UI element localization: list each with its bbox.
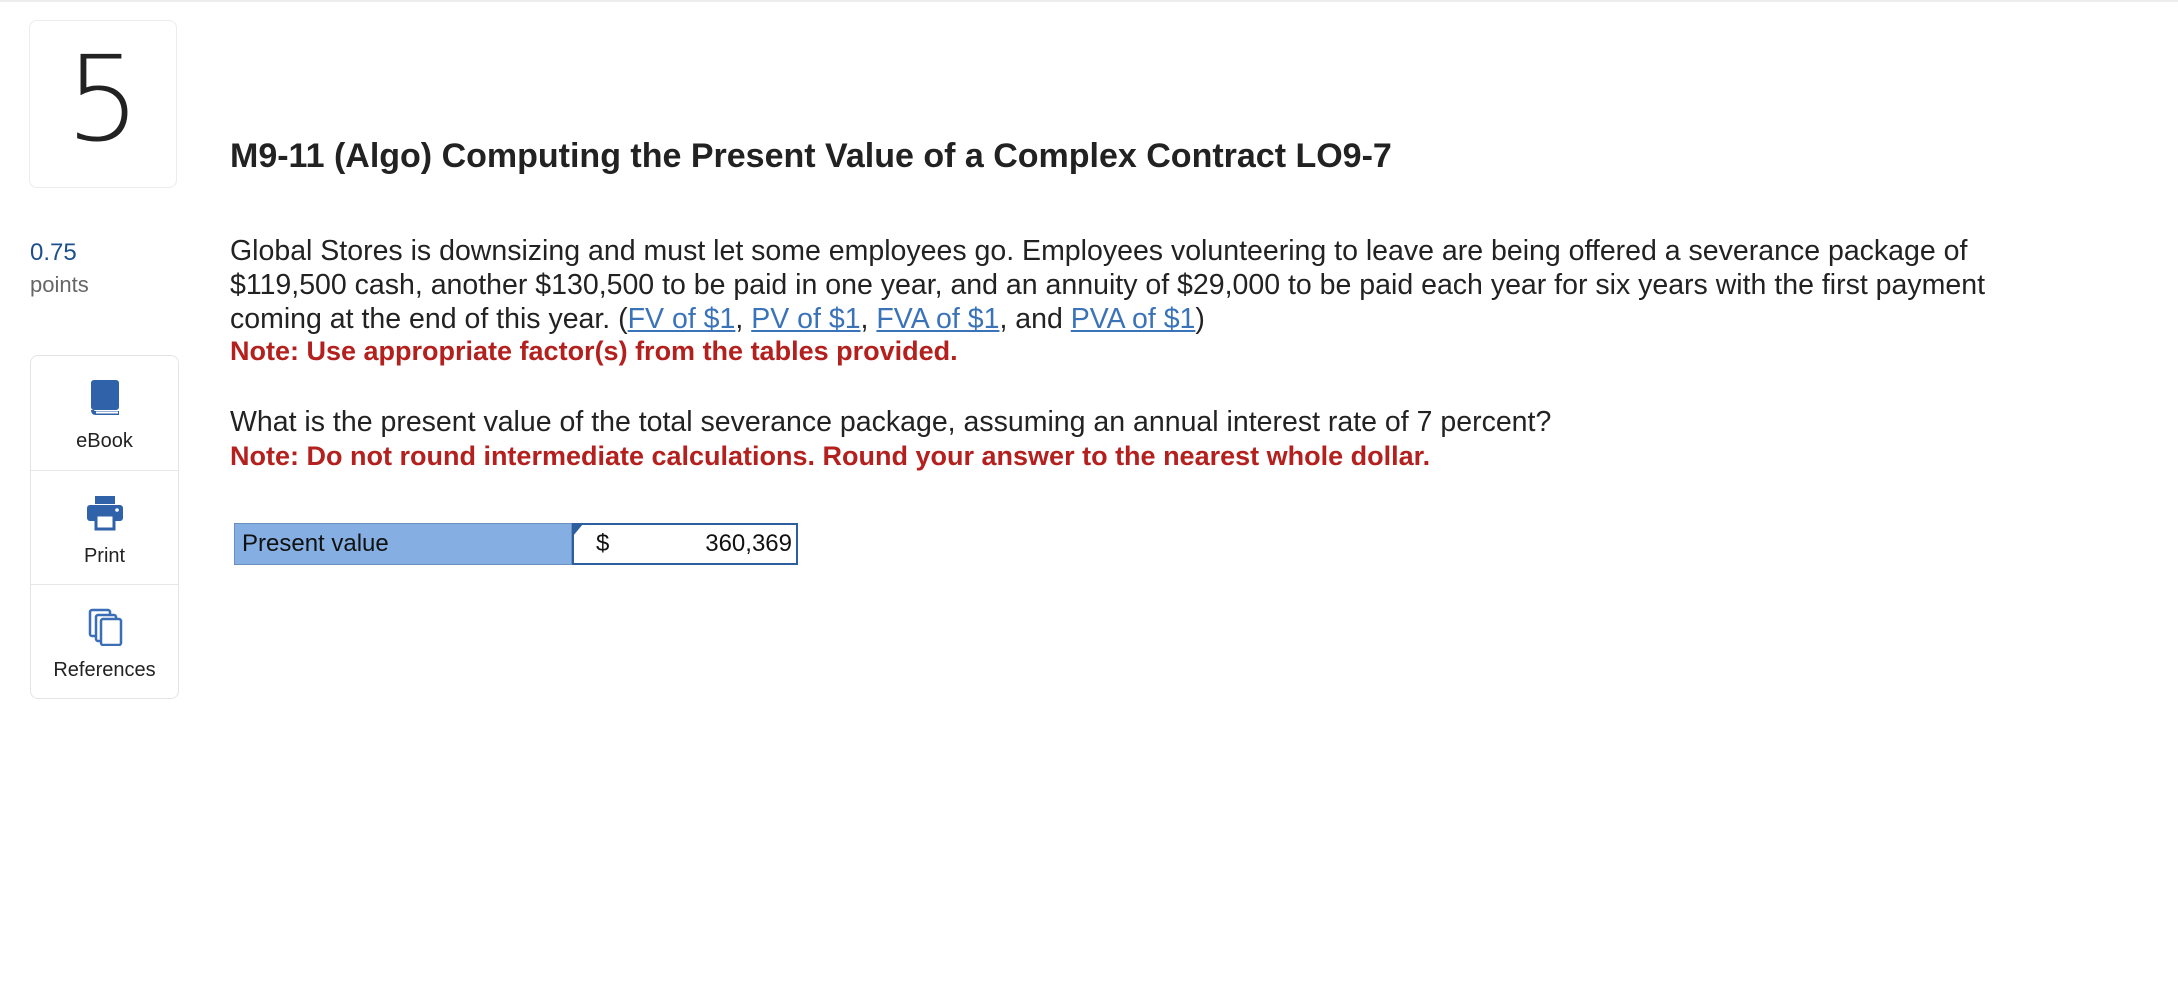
problem-text: Global Stores is downsizing and must let… [230,234,1990,336]
copy-icon [87,607,123,647]
currency-symbol: $ [596,530,610,557]
close-paren: ) [1195,303,1205,335]
answer-row: Present value $ [234,523,798,565]
top-divider [0,0,2178,2]
print-label: Print [83,545,126,567]
print-button[interactable]: Print [31,470,178,584]
answer-label: Present value [234,523,572,565]
separator: , and [999,303,1071,335]
link-pv-of-1[interactable]: PV of $1 [751,303,860,335]
problem-title: M9-11 (Algo) Computing the Present Value… [230,137,1392,175]
link-pva-of-1[interactable]: PVA of $1 [1071,303,1196,335]
cell-marker [573,524,583,536]
ebook-label: eBook [76,430,133,452]
link-fva-of-1[interactable]: FVA of $1 [876,303,999,335]
points-label: points [30,272,89,297]
link-fv-of-1[interactable]: FV of $1 [628,303,736,335]
note-rounding: Note: Do not round intermediate calculat… [230,441,1431,471]
note-factors: Note: Use appropriate factor(s) from the… [230,336,958,366]
points-value: 0.75 [30,239,77,266]
question-number-box: 5 [29,20,177,188]
separator: , [735,303,752,335]
present-value-input[interactable] [622,530,792,558]
references-button[interactable]: References [31,584,178,698]
ebook-button[interactable]: eBook [31,356,178,470]
references-label: References [53,659,156,681]
question-number: 5 [65,30,141,168]
printer-icon [85,493,125,533]
separator: , [860,303,877,335]
question-text: What is the present value of the total s… [230,406,1552,438]
book-icon [88,378,122,418]
tool-panel: eBook Print References [30,355,179,699]
answer-cell[interactable]: $ [572,523,798,565]
